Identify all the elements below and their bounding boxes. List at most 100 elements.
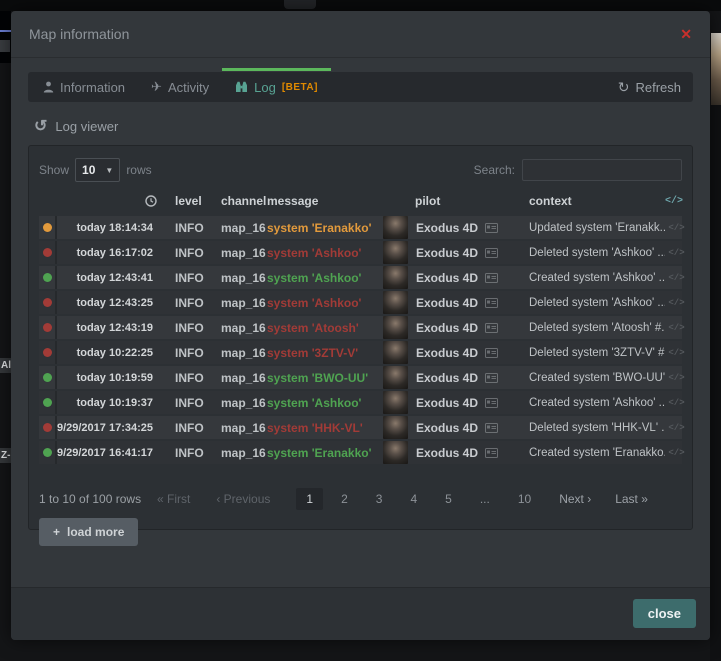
log-time: today 16:17:02 <box>57 241 157 264</box>
binoculars-icon <box>235 81 248 93</box>
tab-information-label: Information <box>60 80 125 95</box>
log-viewer-heading: ↺ Log viewer <box>34 116 693 136</box>
pilot-name: Exodus 4D <box>416 221 478 235</box>
plane-icon: ✈ <box>151 79 162 95</box>
pilot-avatar <box>383 416 408 439</box>
pilot-column-header[interactable]: pilot <box>409 194 529 208</box>
tab-activity[interactable]: ✈ Activity <box>138 72 222 102</box>
code-icon: </> <box>665 441 688 464</box>
log-context: Deleted system '3ZTV-V' #... <box>529 341 665 364</box>
table-controls: Show 10 ▼ rows Search: <box>39 158 682 182</box>
code-icon: </> <box>665 266 688 289</box>
table-row[interactable]: today 12:43:19 INFO map_16 system 'Atoos… <box>39 316 682 339</box>
id-card-icon <box>485 223 498 233</box>
close-button[interactable]: close <box>633 599 696 628</box>
context-column-header[interactable]: context <box>529 194 665 208</box>
page-size-value: 10 <box>82 163 95 177</box>
log-message: system 'Ashkoo' <box>267 291 383 314</box>
pilot-name: Exodus 4D <box>416 346 478 360</box>
log-channel: map_16 <box>221 266 267 289</box>
status-dot <box>43 398 52 407</box>
search-input[interactable] <box>522 159 682 181</box>
page-button-1[interactable]: 1 <box>296 488 323 510</box>
page-button-3[interactable]: 3 <box>366 488 393 510</box>
background-map-line <box>0 30 11 32</box>
log-context: Deleted system 'Ashkoo' ... <box>529 291 665 314</box>
log-context: Created system 'Ashkoo' ... <box>529 391 665 414</box>
pilot-avatar <box>383 291 408 314</box>
code-column-header: </> <box>665 196 688 207</box>
page-size-select[interactable]: 10 ▼ <box>75 158 120 182</box>
tab-log-label: Log <box>254 80 276 95</box>
table-row[interactable]: 09/29/2017 17:34:25 INFO map_16 system '… <box>39 416 682 439</box>
log-time: today 12:43:41 <box>57 266 157 289</box>
log-level: INFO <box>157 441 221 464</box>
code-icon: </> <box>665 366 688 389</box>
table-row[interactable]: today 16:17:02 INFO map_16 system 'Ashko… <box>39 241 682 264</box>
previous-page-button[interactable]: ‹ Previous <box>216 492 270 506</box>
table-row[interactable]: today 12:43:25 INFO map_16 system 'Ashko… <box>39 291 682 314</box>
table-row[interactable]: today 10:19:37 INFO map_16 system 'Ashko… <box>39 391 682 414</box>
refresh-label: Refresh <box>635 80 681 95</box>
search-area: Search: <box>474 159 682 181</box>
load-more-button[interactable]: + load more <box>39 518 138 546</box>
tab-information[interactable]: Information <box>30 72 138 102</box>
background-map-fragment <box>0 11 11 63</box>
beta-badge: [BETA] <box>282 82 318 93</box>
plus-icon: + <box>53 525 60 539</box>
table-row[interactable]: today 10:22:25 INFO map_16 system '3ZTV-… <box>39 341 682 364</box>
page-button-5[interactable]: 5 <box>435 488 462 510</box>
time-column-header[interactable] <box>57 195 157 207</box>
table-row[interactable]: 09/29/2017 16:41:17 INFO map_16 system '… <box>39 441 682 464</box>
id-card-icon <box>485 373 498 383</box>
tab-bar: Information ✈ Activity Log [BETA] ↻ Refr… <box>28 72 693 102</box>
page-button-4[interactable]: 4 <box>400 488 427 510</box>
close-icon[interactable]: ✕ <box>680 26 692 43</box>
log-message: system 'Eranakko' <box>267 441 383 464</box>
search-label: Search: <box>474 163 515 177</box>
rows-label: rows <box>126 163 151 177</box>
pilot-avatar <box>383 316 408 339</box>
log-level: INFO <box>157 241 221 264</box>
log-message: system 'BWO-UU' <box>267 366 383 389</box>
dialog-footer: close <box>11 587 710 640</box>
message-column-header[interactable]: message <box>267 194 383 208</box>
log-time: today 10:22:25 <box>57 341 157 364</box>
log-level: INFO <box>157 341 221 364</box>
level-column-header[interactable]: level <box>157 194 221 208</box>
show-label: Show <box>39 163 69 177</box>
status-dot <box>43 273 52 282</box>
pilot-name: Exodus 4D <box>416 396 478 410</box>
tab-log[interactable]: Log [BETA] <box>222 72 331 102</box>
id-card-icon <box>485 423 498 433</box>
pilot-avatar <box>383 266 408 289</box>
code-icon: </> <box>665 216 688 239</box>
log-context: Deleted system 'Ashkoo' ... <box>529 241 665 264</box>
refresh-button[interactable]: ↻ Refresh <box>618 79 691 96</box>
log-channel: map_16 <box>221 441 267 464</box>
pilot-name: Exodus 4D <box>416 246 478 260</box>
table-row[interactable]: today 18:14:34 INFO map_16 system 'Erana… <box>39 216 682 239</box>
page-button-2[interactable]: 2 <box>331 488 358 510</box>
log-level: INFO <box>157 291 221 314</box>
log-channel: map_16 <box>221 341 267 364</box>
log-channel: map_16 <box>221 216 267 239</box>
channel-column-header[interactable]: channel <box>221 194 267 208</box>
log-context: Created system 'Ashkoo' ... <box>529 266 665 289</box>
chevron-down-icon: ▼ <box>105 166 113 175</box>
backdrop-top-strip <box>0 0 721 11</box>
table-row[interactable]: today 12:43:41 INFO map_16 system 'Ashko… <box>39 266 682 289</box>
table-row[interactable]: today 10:19:59 INFO map_16 system 'BWO-U… <box>39 366 682 389</box>
log-level: INFO <box>157 266 221 289</box>
table-body: today 18:14:34 INFO map_16 system 'Erana… <box>39 216 682 464</box>
backdrop-right-strip <box>710 105 721 661</box>
page-button-...: ... <box>470 488 500 510</box>
last-page-button[interactable]: Last » <box>615 492 648 506</box>
log-channel: map_16 <box>221 366 267 389</box>
page-buttons: 12345... 10 <box>296 488 549 510</box>
background-portrait-fragment <box>711 33 721 105</box>
first-page-button[interactable]: « First <box>157 492 190 506</box>
next-page-button[interactable]: Next › <box>559 492 591 506</box>
pilot-avatar <box>383 216 408 239</box>
page-button-10[interactable]: 10 <box>508 488 541 510</box>
